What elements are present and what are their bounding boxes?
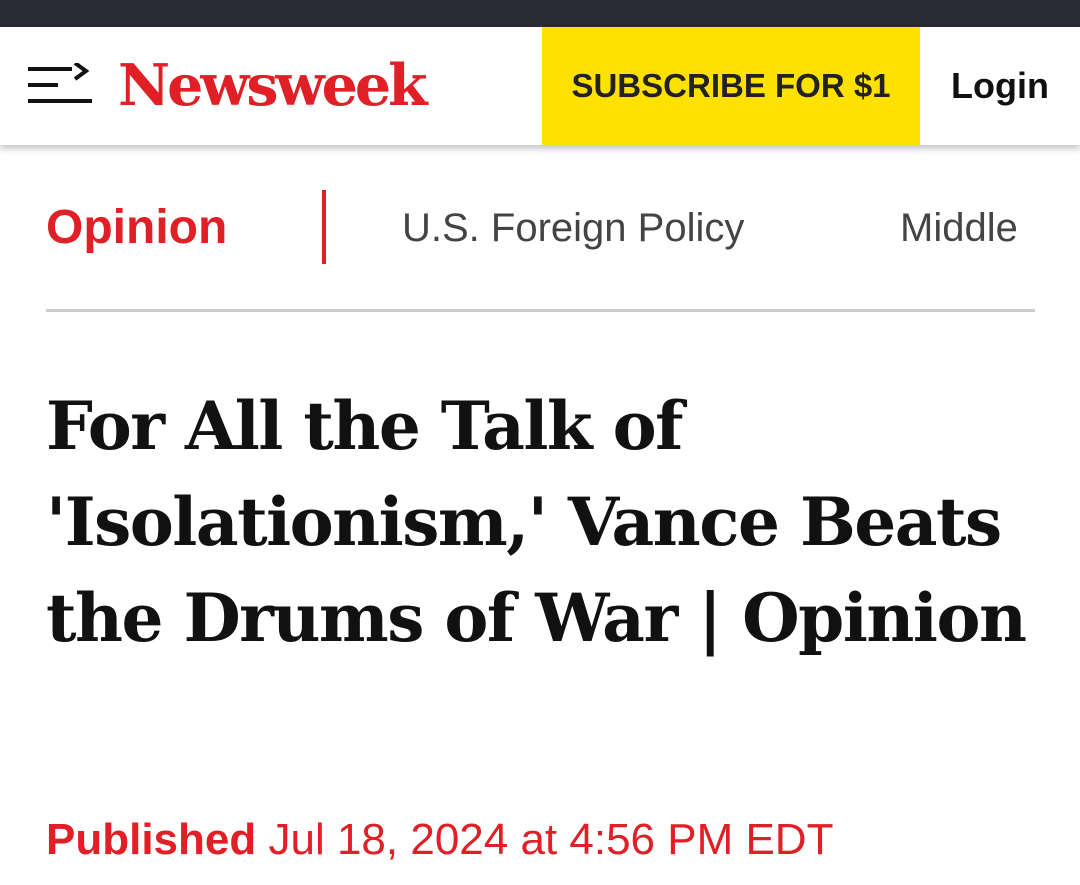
published-date: Jul 18, 2024 at 4:56 PM EDT [268, 815, 834, 864]
nav-divider [46, 309, 1035, 312]
section-divider [322, 190, 326, 264]
newsweek-logo[interactable]: Newsweek [118, 51, 428, 121]
published-label: Published [46, 815, 257, 864]
section-link-opinion[interactable]: Opinion [46, 198, 227, 258]
section-nav: Opinion U.S. Foreign Policy Middle [46, 190, 1036, 266]
topic-link-foreign-policy[interactable]: U.S. Foreign Policy [402, 202, 744, 254]
login-button[interactable]: Login [920, 27, 1080, 145]
subscribe-button[interactable]: SUBSCRIBE FOR $1 [542, 27, 920, 145]
status-bar [0, 0, 1080, 27]
published-line: Published Jul 18, 2024 at 4:56 PM EDT [46, 812, 833, 868]
topic-link-middle-east[interactable]: Middle [900, 202, 1018, 254]
site-header: Newsweek SUBSCRIBE FOR $1 Login [0, 27, 1080, 145]
article-headline: For All the Talk of 'Isolationism,' Vanc… [46, 387, 1027, 657]
hamburger-arrow-icon[interactable] [28, 61, 94, 107]
